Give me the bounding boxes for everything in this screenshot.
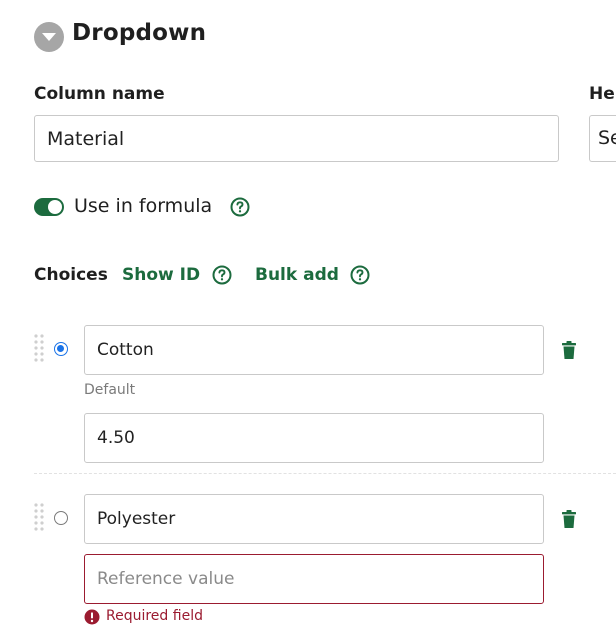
choice-name-input[interactable] xyxy=(84,325,544,375)
help-icon[interactable] xyxy=(350,265,370,285)
use-in-formula-toggle[interactable] xyxy=(34,198,64,216)
column-name-label: Column name xyxy=(34,84,165,104)
drag-handle-icon[interactable] xyxy=(34,503,44,533)
chevron-down-circle-icon[interactable] xyxy=(34,22,64,52)
help-text-input[interactable]: Se xyxy=(589,115,616,162)
default-label: Default xyxy=(84,382,136,398)
show-id-link[interactable]: Show ID xyxy=(122,265,200,285)
choices-label: Choices xyxy=(34,265,108,285)
default-choice-radio[interactable] xyxy=(54,511,68,525)
trash-icon[interactable] xyxy=(562,341,576,359)
column-name-input[interactable] xyxy=(34,115,559,162)
default-choice-radio[interactable] xyxy=(54,342,68,356)
reference-value-input[interactable] xyxy=(84,413,544,463)
divider xyxy=(34,473,616,474)
help-icon[interactable] xyxy=(212,265,232,285)
drag-handle-icon[interactable] xyxy=(34,334,44,364)
bulk-add-link[interactable]: Bulk add xyxy=(255,265,339,285)
help-text-label: Hel xyxy=(589,84,616,104)
reference-value-input[interactable] xyxy=(84,554,544,604)
choice-name-input[interactable] xyxy=(84,494,544,544)
section-title: Dropdown xyxy=(72,20,207,46)
use-in-formula-label: Use in formula xyxy=(74,195,213,217)
trash-icon[interactable] xyxy=(562,510,576,528)
help-icon[interactable] xyxy=(230,197,250,217)
error-icon xyxy=(84,609,100,625)
error-message: Required field xyxy=(106,608,203,624)
